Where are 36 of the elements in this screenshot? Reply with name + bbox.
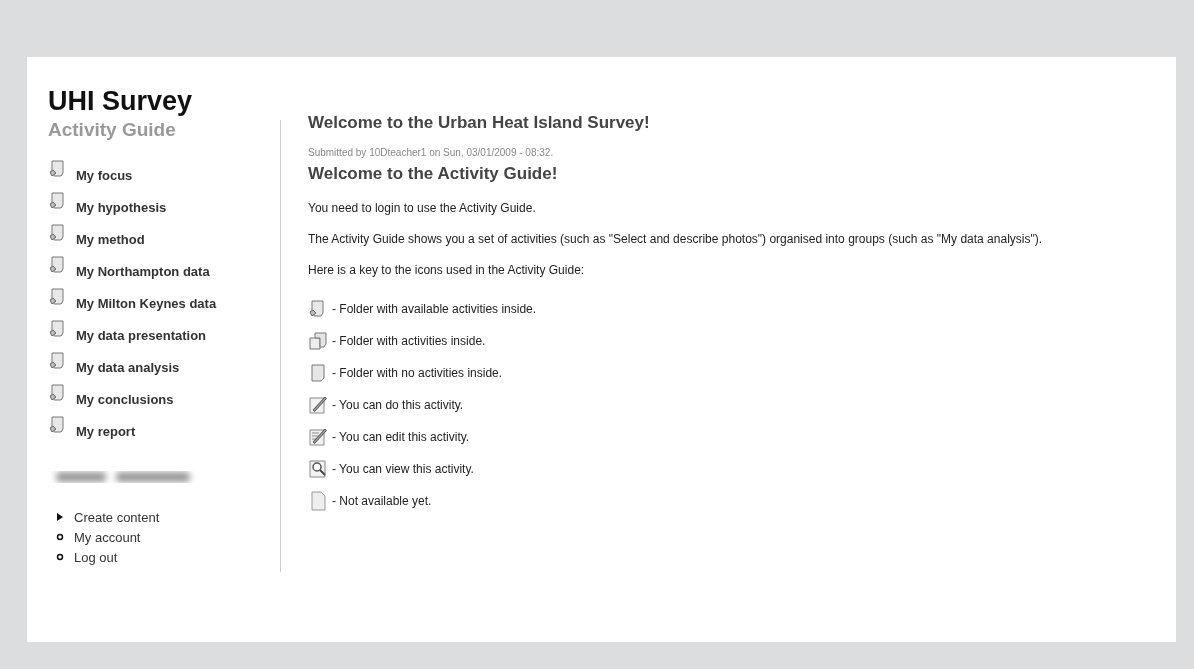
sidebar-link[interactable]: My Milton Keynes data: [76, 296, 217, 311]
circle-bullet-icon: [56, 533, 64, 541]
key-description: - Not available yet.: [332, 494, 432, 508]
sidebar-link[interactable]: My conclusions: [76, 392, 174, 407]
blank-page-icon: [308, 491, 328, 511]
key-description: - Folder with activities inside.: [332, 334, 486, 348]
sidebar-link[interactable]: My report: [76, 424, 136, 439]
sidebar-link[interactable]: My hypothesis: [76, 200, 167, 215]
user-link[interactable]: Create content: [74, 509, 160, 525]
magnifier-page-icon: [308, 459, 328, 479]
sidebar-link[interactable]: My data analysis: [76, 360, 180, 375]
circle-bullet-icon: [56, 553, 64, 561]
arrow-bullet-icon: [56, 513, 64, 521]
key-description: - You can view this activity.: [332, 462, 474, 476]
pencil-page-icon: [308, 395, 328, 415]
site-title: UHI Survey: [48, 85, 194, 117]
key-description: - You can edit this activity.: [332, 430, 470, 444]
section-heading: Welcome to the Activity Guide!: [308, 164, 559, 184]
submitted-info: Submitted by 10Dteacher1 on Sun, 03/01/2009 - 08:32.: [308, 147, 555, 158]
key-description: - Folder with available activities inside.: [332, 302, 537, 316]
paragraph: The Activity Guide shows you a set of activities (such as "Select and describe photos") organised into groups (such as "My data analysis").: [308, 232, 1044, 246]
sidebar-link[interactable]: My focus: [76, 168, 133, 183]
page-title: Welcome to the Urban Heat Island Survey!: [308, 113, 651, 133]
paragraph: Here is a key to the icons used in the Activity Guide:: [308, 263, 586, 277]
user-link[interactable]: Log out: [74, 549, 118, 565]
user-link[interactable]: My account: [74, 529, 141, 545]
folder-stack-icon: [308, 331, 328, 351]
pencil-lines-icon: [308, 427, 328, 447]
key-description: - Folder with no activities inside.: [332, 366, 503, 380]
paragraph: You need to login to use the Activity Guide.: [308, 201, 537, 215]
key-description: - You can do this activity.: [332, 398, 464, 412]
sidebar-link[interactable]: My data presentation: [76, 328, 207, 343]
site-subtitle: Activity Guide: [48, 119, 177, 141]
sidebar-link[interactable]: My method: [76, 232, 145, 247]
sidebar-link[interactable]: My Northampton data: [76, 264, 210, 279]
folder-icon: [308, 363, 328, 383]
